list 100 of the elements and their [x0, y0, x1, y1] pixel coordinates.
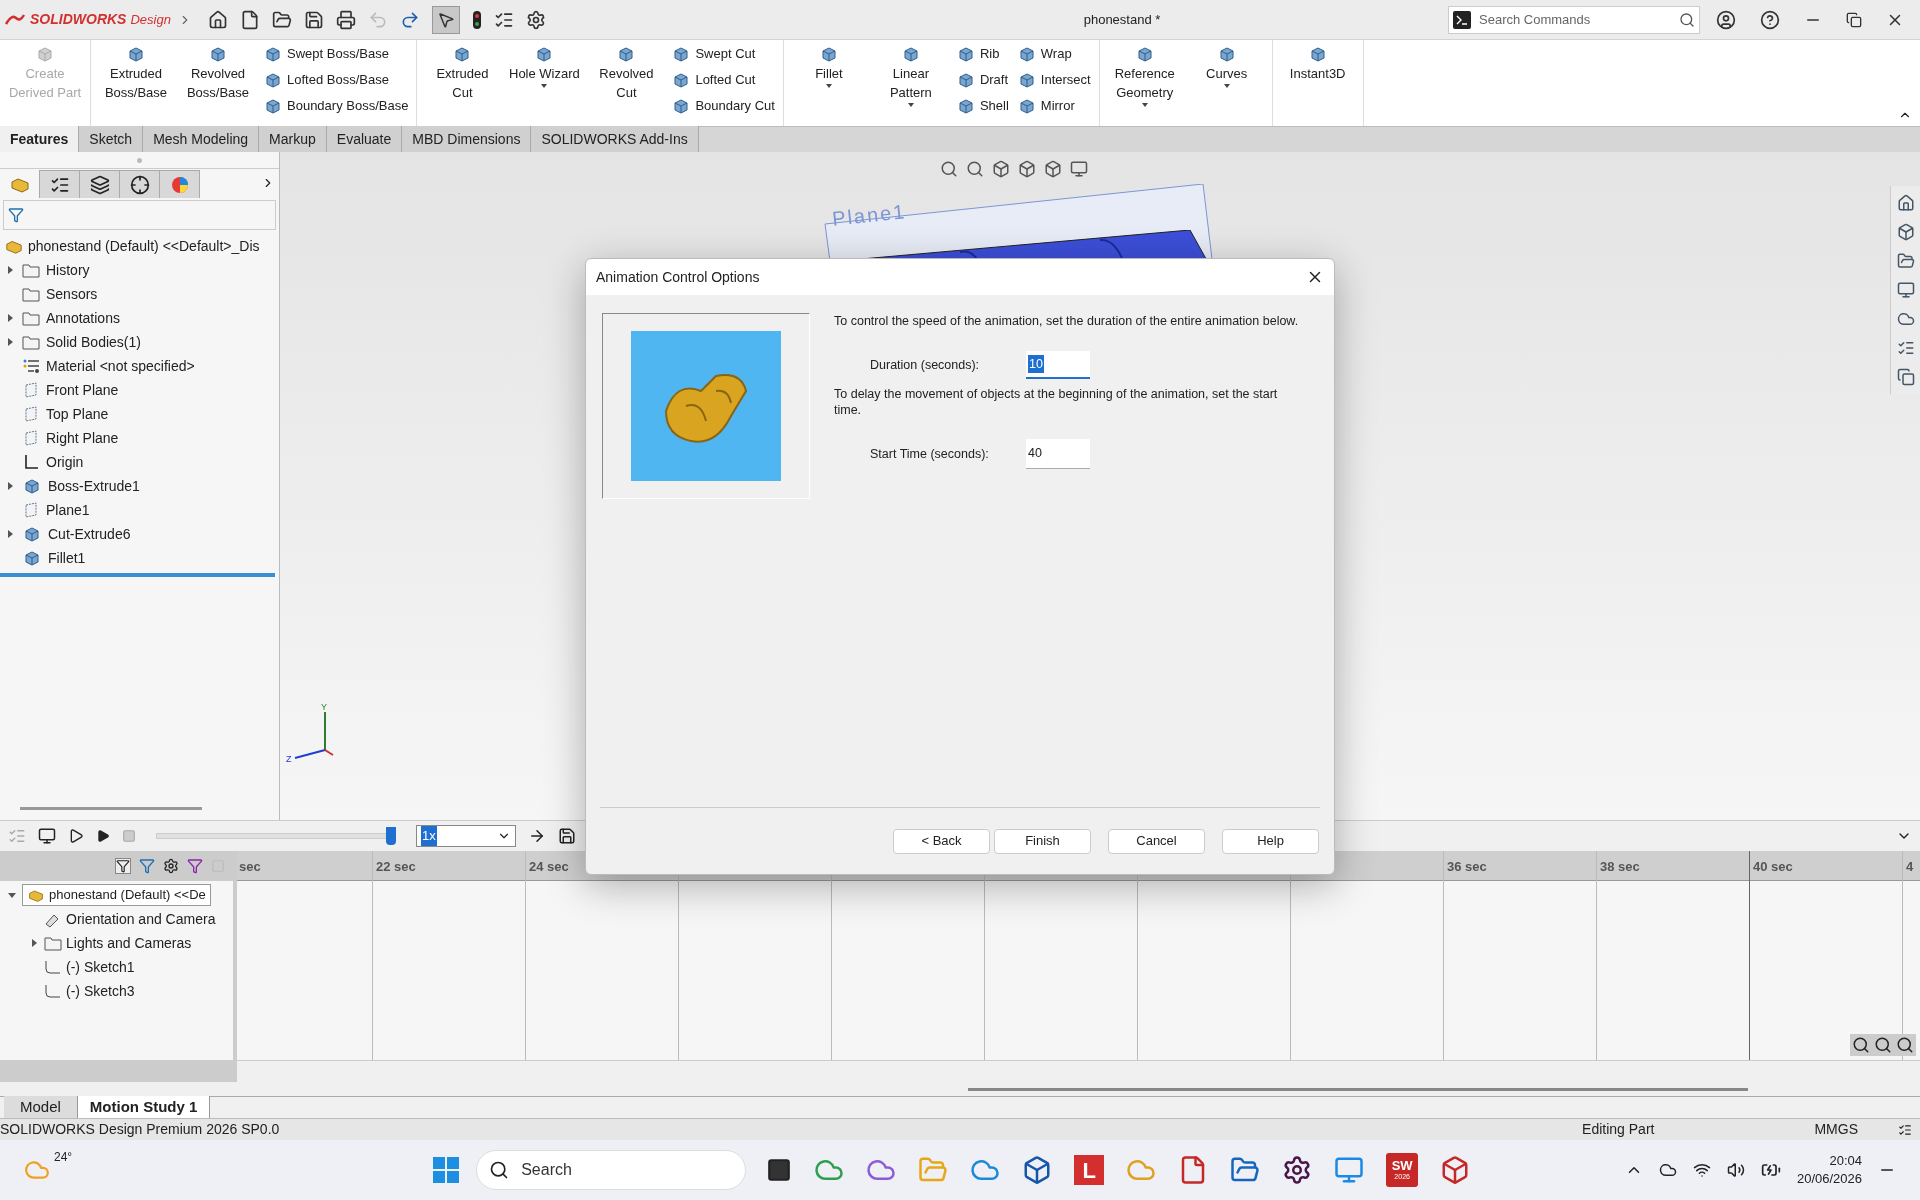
- document-tab[interactable]: Model: [4, 1096, 78, 1118]
- ribbon-command[interactable]: Reference Geometry: [1103, 40, 1186, 124]
- duration-input[interactable]: 10: [1026, 351, 1090, 379]
- taskbar-search-field[interactable]: Search: [476, 1150, 747, 1190]
- dialog-button[interactable]: < Back: [893, 828, 990, 854]
- letter-app-icon[interactable]: L: [1074, 1155, 1105, 1185]
- file-explorer-icon[interactable]: [1896, 252, 1915, 270]
- ribbon-command[interactable]: Draft: [955, 68, 1009, 92]
- view-settings-icon[interactable]: [1070, 160, 1088, 178]
- document-tab[interactable]: Motion Study 1: [77, 1096, 211, 1118]
- dimxpert-tab[interactable]: [120, 170, 160, 198]
- tree-item[interactable]: Cut-Extrude6: [0, 522, 131, 546]
- tree-item[interactable]: Fillet1: [0, 546, 86, 570]
- ribbon-command[interactable]: Intersect: [1016, 68, 1091, 92]
- task-view-icon[interactable]: [766, 1157, 793, 1183]
- panel-grip-icon[interactable]: [137, 157, 142, 163]
- ribbon-command[interactable]: Extruded Cut: [421, 40, 504, 124]
- property-tab[interactable]: [40, 170, 80, 198]
- configuration-tab[interactable]: [80, 170, 120, 198]
- ribbon-command[interactable]: Hole Wizard: [503, 40, 586, 124]
- caret-icon[interactable]: [824, 83, 833, 89]
- command-tab[interactable]: Mesh Modeling: [143, 126, 260, 152]
- ribbon-command[interactable]: Boundary Cut: [671, 94, 775, 118]
- sync-icon[interactable]: [1658, 1161, 1677, 1179]
- caret-icon[interactable]: [1140, 102, 1149, 108]
- volume-icon[interactable]: [1726, 1161, 1745, 1179]
- search-commands-input[interactable]: Search Commands: [1479, 9, 1671, 30]
- ribbon-command[interactable]: Lofted Boss/Base: [263, 68, 409, 92]
- status-icon[interactable]: [1898, 1122, 1912, 1137]
- ribbon-command[interactable]: Revolved Cut: [585, 40, 668, 124]
- caret-icon[interactable]: [1222, 83, 1231, 89]
- tree-item[interactable]: Plane1: [0, 498, 90, 522]
- ribbon-command[interactable]: Swept Boss/Base: [263, 42, 409, 66]
- dialog-button[interactable]: Help: [1222, 828, 1319, 854]
- new-file-icon[interactable]: [240, 9, 260, 30]
- tree-item[interactable]: Front Plane: [0, 378, 119, 402]
- zoom-in-icon[interactable]: [1874, 1036, 1892, 1054]
- zoom-area-icon[interactable]: [966, 160, 984, 178]
- tree-item[interactable]: Origin: [0, 450, 84, 474]
- network-icon[interactable]: [1692, 1161, 1711, 1179]
- tree-filter-field[interactable]: [3, 200, 276, 230]
- units-selector[interactable]: MMGS: [1814, 1119, 1858, 1140]
- tree-item[interactable]: Boss-Extrude1: [0, 474, 140, 498]
- zoom-fit-icon[interactable]: [940, 160, 958, 178]
- ribbon-command[interactable]: Boundary Boss/Base: [263, 94, 409, 118]
- help-icon[interactable]: [1760, 9, 1780, 30]
- zoom-fit-icon[interactable]: [1852, 1036, 1870, 1054]
- ribbon-command[interactable]: Linear Pattern: [869, 40, 952, 124]
- ribbon-command[interactable]: Mirror: [1016, 94, 1091, 118]
- traffic-light-icon[interactable]: [472, 9, 482, 30]
- tree-item[interactable]: Annotations: [0, 306, 120, 330]
- playback-mode-icon[interactable]: [528, 827, 546, 845]
- ribbon-command[interactable]: Revolved Boss/Base: [177, 40, 259, 124]
- motion-tree-item[interactable]: Orientation and Camera: [28, 907, 216, 931]
- command-tab[interactable]: Markup: [259, 126, 327, 152]
- tree-root-item[interactable]: phonestand (Default) <<Default>_Dis: [28, 235, 260, 257]
- motion-tree-item[interactable]: (-) Sketch3: [28, 979, 135, 1003]
- ribbon-command[interactable]: Rib: [955, 42, 1009, 66]
- tree-item[interactable]: Top Plane: [0, 402, 109, 426]
- settings-filter-icon[interactable]: [163, 858, 179, 874]
- ribbon-command[interactable]: Instant3D: [1276, 40, 1359, 124]
- command-tab[interactable]: Sketch: [79, 126, 144, 152]
- command-tab[interactable]: Evaluate: [326, 126, 403, 152]
- horizontal-scrollbar[interactable]: [20, 807, 202, 810]
- command-tab[interactable]: SOLIDWORKS Add-Ins: [531, 126, 699, 152]
- filter-icon[interactable]: [115, 858, 131, 874]
- security-app-icon[interactable]: [1440, 1155, 1471, 1185]
- caret-icon[interactable]: [540, 83, 549, 89]
- tree-item[interactable]: Solid Bodies(1): [0, 330, 141, 354]
- play-icon[interactable]: [96, 829, 110, 843]
- motion-tree-item[interactable]: (-) Sketch1: [28, 955, 135, 979]
- play-from-start-icon[interactable]: [68, 828, 84, 844]
- motion-tree-item[interactable]: Lights and Cameras: [28, 931, 192, 955]
- start-time-input[interactable]: 40: [1026, 439, 1090, 469]
- tree-item[interactable]: Material <not specified>: [0, 354, 195, 378]
- restore-icon[interactable]: [1846, 11, 1862, 28]
- custom-properties-icon[interactable]: [1896, 339, 1915, 357]
- clock-time[interactable]: 20:04: [1829, 1152, 1862, 1170]
- ribbon-command[interactable]: Swept Cut: [671, 42, 775, 66]
- ribbon-command[interactable]: Shell: [955, 94, 1009, 118]
- tree-item[interactable]: History: [0, 258, 90, 282]
- redo-icon[interactable]: [400, 9, 420, 30]
- command-tab[interactable]: Features: [0, 126, 80, 152]
- ribbon-command[interactable]: Curves: [1185, 40, 1268, 124]
- start-icon[interactable]: [432, 1156, 461, 1184]
- search-commands-field[interactable]: Search Commands: [1448, 5, 1700, 34]
- dialog-button[interactable]: Cancel: [1108, 828, 1205, 854]
- account-icon[interactable]: [1716, 9, 1736, 30]
- select-tool-button[interactable]: [432, 5, 460, 34]
- timeline-scrollbar[interactable]: [968, 1087, 1748, 1091]
- playback-speed-dropdown[interactable]: 1x: [416, 825, 516, 847]
- zoom-out-icon[interactable]: [1896, 1036, 1914, 1054]
- search-icon[interactable]: [1679, 11, 1695, 28]
- settings-icon[interactable]: [526, 9, 546, 30]
- clock-date[interactable]: 20/06/2026: [1796, 1170, 1862, 1188]
- caret-icon[interactable]: [906, 102, 915, 108]
- ribbon-command[interactable]: Extruded Boss/Base: [95, 40, 177, 124]
- slider-thumb[interactable]: [386, 827, 396, 845]
- print-icon[interactable]: [336, 9, 356, 30]
- save-icon[interactable]: [304, 9, 324, 30]
